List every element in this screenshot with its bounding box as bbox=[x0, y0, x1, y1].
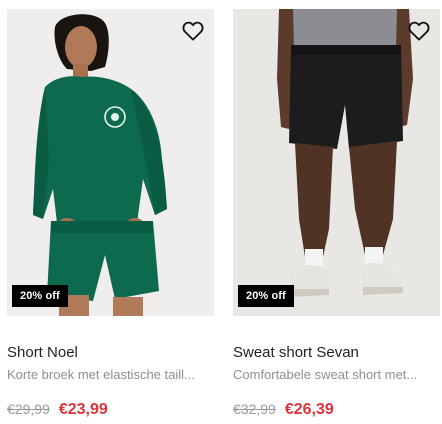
price-row: €32,99 €26,39 bbox=[233, 400, 440, 419]
product-card[interactable]: 20% off Short Noel Korte broek met elast… bbox=[7, 9, 214, 419]
product-photo-black-shorts bbox=[233, 9, 440, 316]
product-image[interactable]: 20% off bbox=[233, 9, 440, 316]
product-grid: 20% off Short Noel Korte broek met elast… bbox=[0, 0, 442, 424]
original-price: €29,99 bbox=[7, 401, 50, 417]
discount-badge: 20% off bbox=[12, 285, 68, 307]
product-description: Comfortabele sweat short met... bbox=[233, 367, 418, 382]
product-photo-green-set bbox=[7, 9, 214, 316]
product-card[interactable]: 20% off Sweat short Sevan Comfortabele s… bbox=[233, 9, 440, 419]
original-price: €32,99 bbox=[233, 401, 276, 417]
wishlist-button[interactable] bbox=[406, 19, 432, 43]
wishlist-button[interactable] bbox=[180, 19, 206, 43]
product-description: Korte broek met elastische taill... bbox=[7, 367, 195, 382]
product-title[interactable]: Short Noel bbox=[7, 344, 214, 362]
sale-price: €23,99 bbox=[58, 401, 108, 418]
price-row: €29,99 €23,99 bbox=[7, 400, 214, 419]
product-image[interactable]: 20% off bbox=[7, 9, 214, 316]
heart-outline-icon bbox=[182, 21, 204, 41]
discount-badge: 20% off bbox=[238, 285, 294, 307]
sale-price: €26,39 bbox=[284, 401, 334, 418]
product-title[interactable]: Sweat short Sevan bbox=[233, 344, 440, 362]
heart-outline-icon bbox=[408, 21, 430, 41]
